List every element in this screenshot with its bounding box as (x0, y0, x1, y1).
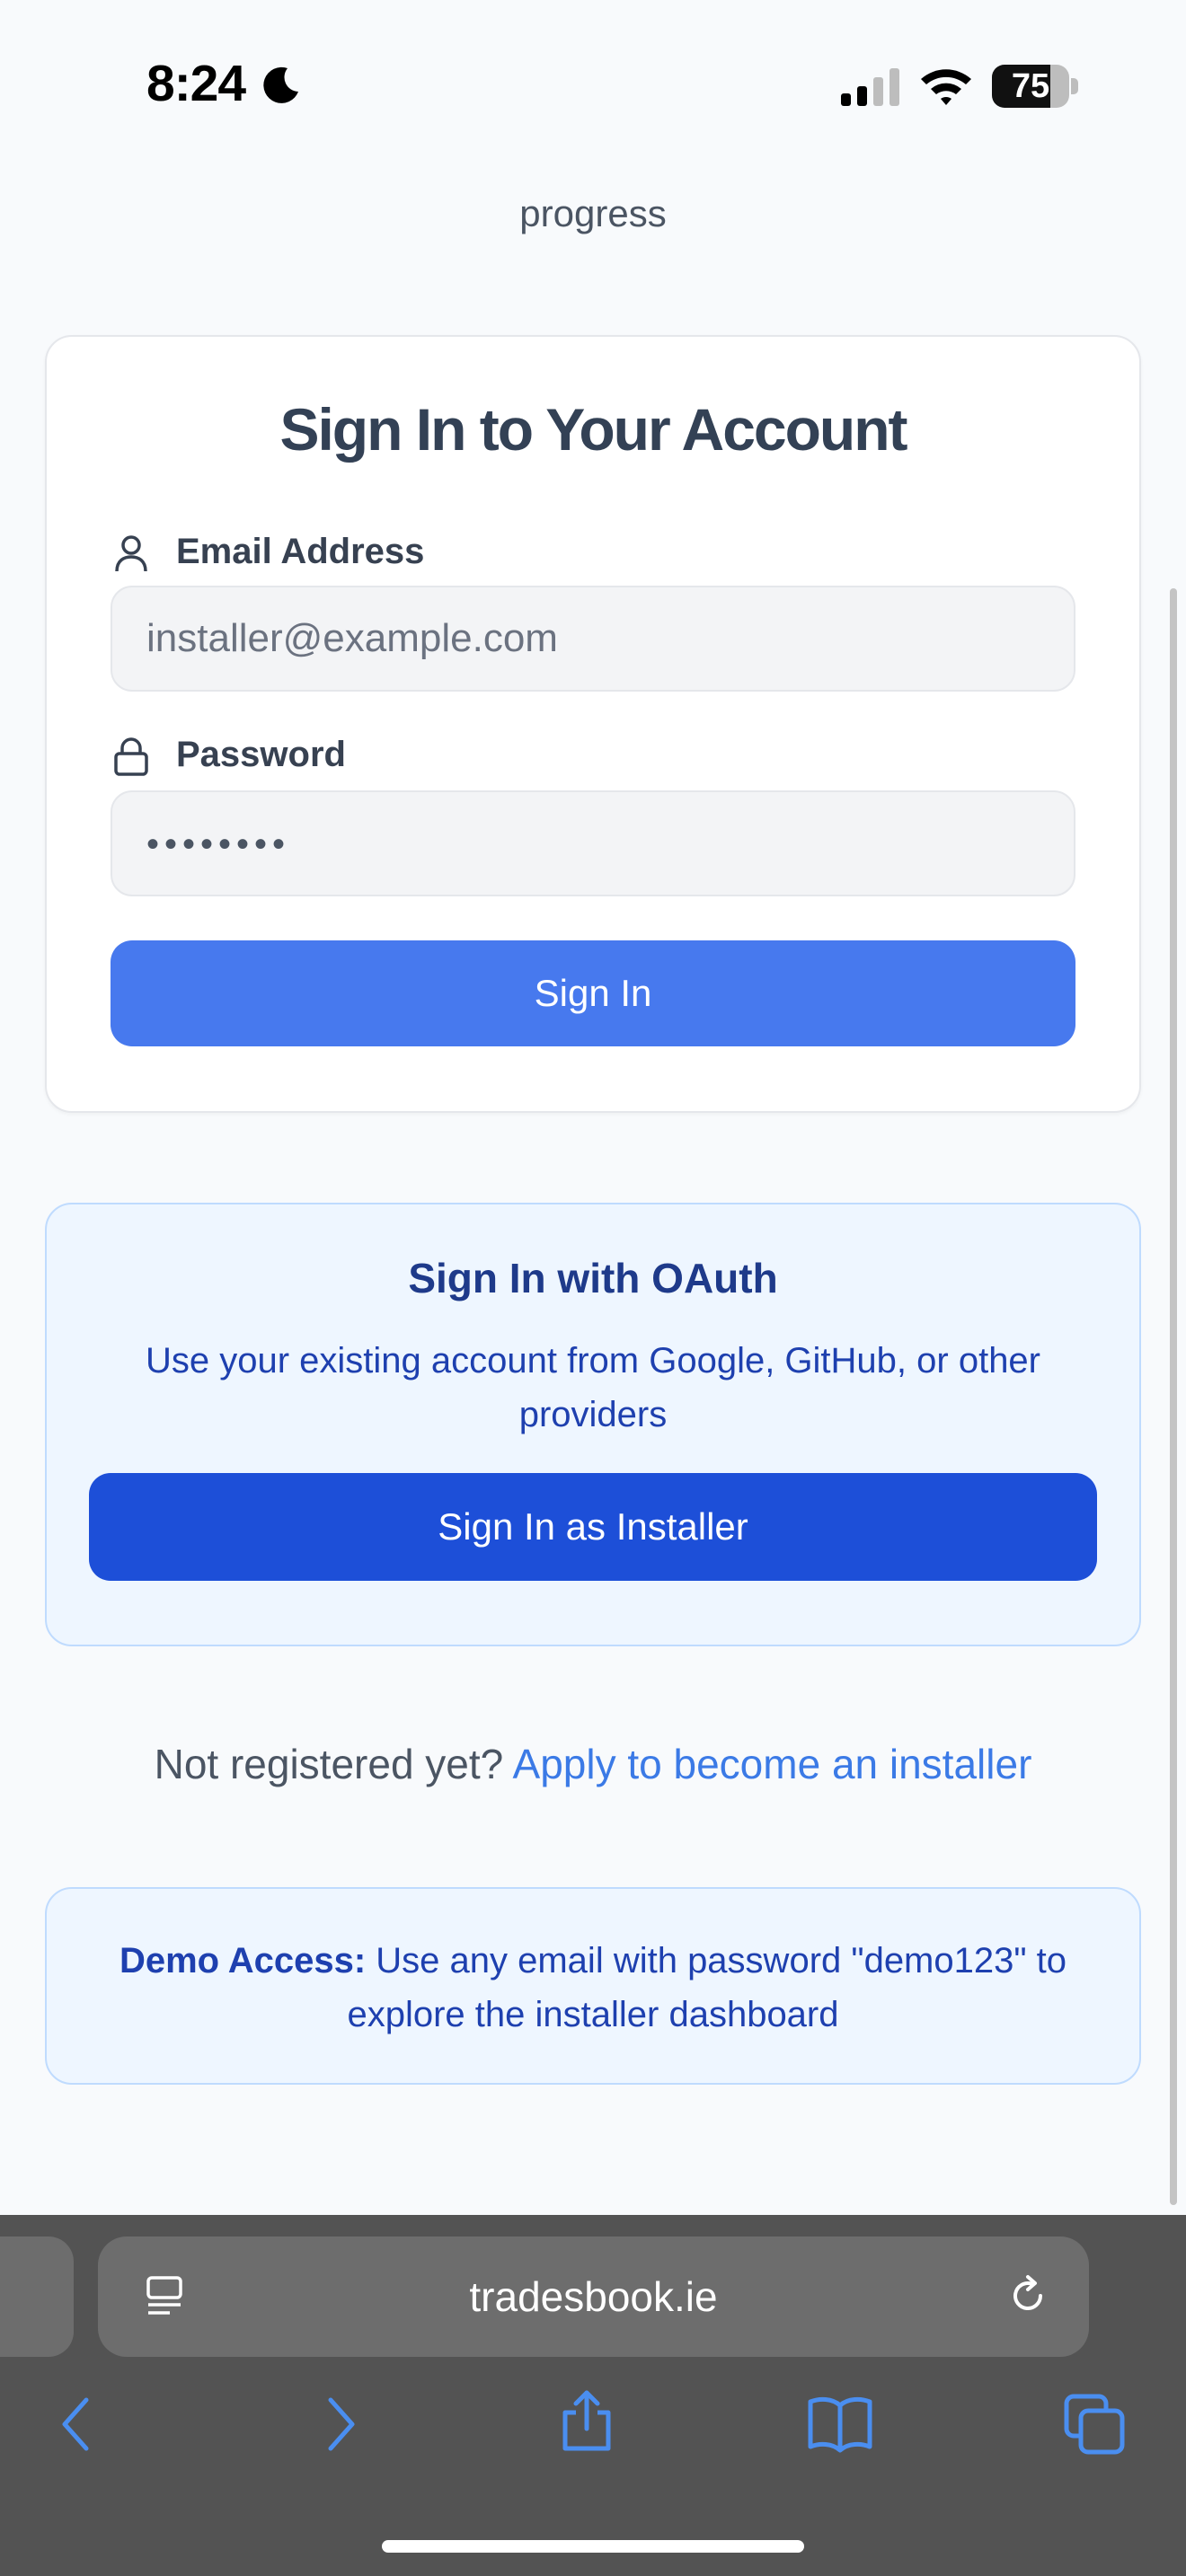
oauth-signin-button[interactable]: Sign In as Installer (89, 1473, 1097, 1581)
wifi-icon (921, 69, 971, 105)
demo-text: Use any email with password "demo123" to… (347, 1941, 1067, 2034)
oauth-title: Sign In with OAuth (408, 1255, 778, 1301)
user-icon (115, 535, 147, 572)
tabs-icon[interactable] (1063, 2393, 1126, 2456)
share-icon[interactable] (560, 2389, 614, 2452)
email-input[interactable] (111, 586, 1075, 692)
signin-title: Sign In to Your Account (279, 396, 907, 463)
previous-tab[interactable] (0, 2236, 74, 2357)
back-icon[interactable] (50, 2393, 104, 2456)
forward-icon[interactable] (313, 2393, 367, 2456)
apply-installer-link[interactable]: Apply to become an installer (513, 1741, 1032, 1787)
subtitle-cutoff (0, 137, 1186, 169)
home-indicator[interactable] (382, 2540, 804, 2553)
password-input[interactable]: •••••••• (111, 790, 1075, 896)
email-label: Email Address (176, 532, 425, 571)
status-time: 8:24 (146, 55, 246, 112)
lock-icon (114, 737, 148, 776)
sign-in-button[interactable]: Sign In (111, 940, 1075, 1046)
page-scrollbar[interactable] (1170, 588, 1177, 2205)
subtitle-cutoff-glyphs (90, 158, 1096, 169)
register-text: Not registered yet? (154, 1741, 504, 1787)
battery-level: 75 (1011, 67, 1050, 105)
demo-access-note: Demo Access: Use any email with password… (90, 1934, 1096, 2042)
page-subtitle: progress (519, 192, 667, 234)
password-value: •••••••• (146, 825, 291, 864)
oauth-description: Use your existing account from Google, G… (145, 1341, 1040, 1434)
cellular-signal-icon (841, 68, 899, 106)
battery-icon: 75 (992, 65, 1078, 108)
demo-label: Demo Access: (119, 1941, 367, 1981)
url-text: tradesbook.ie (469, 2273, 718, 2320)
moon-icon (263, 66, 298, 103)
reload-icon[interactable] (1005, 2272, 1051, 2319)
register-prompt: Not registered yet? Apply to become an i… (0, 1740, 1186, 1788)
password-label: Password (176, 735, 346, 774)
bookmarks-icon[interactable] (807, 2393, 873, 2456)
